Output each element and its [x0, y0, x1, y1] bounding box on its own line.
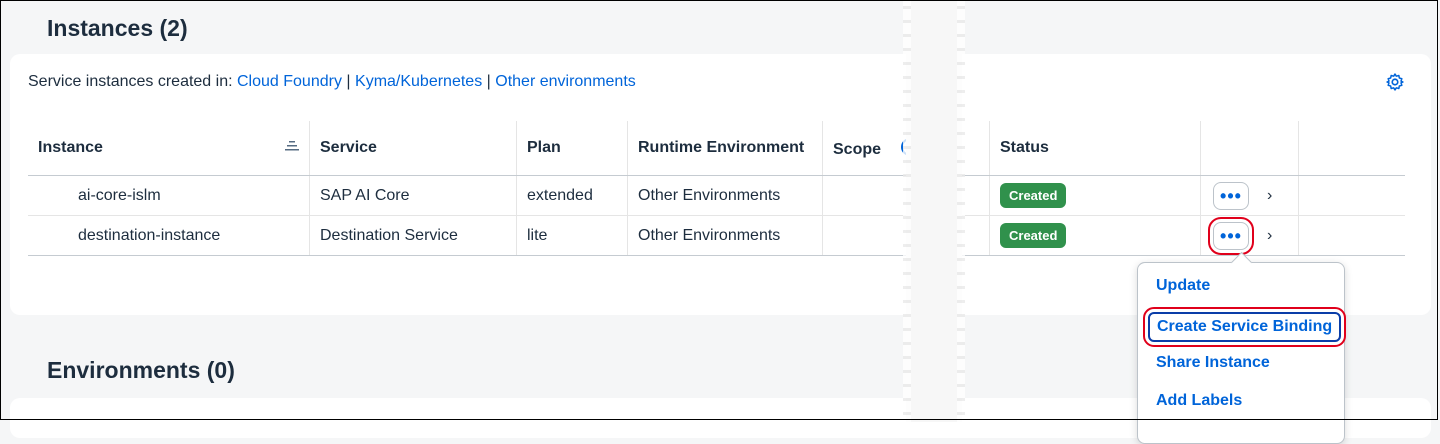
cell-status: Created	[989, 215, 1201, 256]
chevron-right-icon[interactable]: ›	[1267, 187, 1272, 205]
separator: |	[346, 73, 351, 90]
cell-runtime: Other Environments	[627, 175, 823, 216]
cloud-foundry-link[interactable]: Cloud Foundry	[237, 73, 342, 90]
more-actions-button-highlighted[interactable]: •••	[1208, 216, 1254, 255]
created-in-line: Service instances created in: Cloud Foun…	[28, 73, 636, 91]
separator: |	[486, 73, 491, 90]
environments-section-title: Environments (0)	[47, 357, 235, 383]
table-row[interactable]: destination-instance Destination Service…	[28, 215, 930, 256]
column-header-actions	[1200, 121, 1299, 176]
table-row[interactable]: Created ••• ›	[961, 175, 1405, 216]
table-row[interactable]: ai-core-islm SAP AI Core extended Other …	[28, 175, 930, 216]
cell-empty	[1298, 215, 1405, 256]
table-row[interactable]: Created ••• ›	[961, 215, 1405, 256]
cell-empty	[1298, 175, 1405, 216]
menu-item-share-instance[interactable]: Share Instance	[1156, 354, 1270, 372]
other-environments-link[interactable]: Other environments	[495, 73, 636, 90]
column-header-instance[interactable]: Instance	[28, 121, 310, 176]
kyma-kubernetes-link[interactable]: Kyma/Kubernetes	[355, 73, 482, 90]
more-actions-button[interactable]: •••	[1213, 181, 1249, 210]
cell-spacer	[961, 215, 990, 256]
settings-gear-icon[interactable]	[1385, 72, 1405, 92]
cell-spacer	[961, 175, 990, 216]
column-header-runtime-environment[interactable]: Runtime Environment	[627, 121, 823, 176]
cell-service: Destination Service	[309, 215, 517, 256]
created-in-prefix: Service instances created in:	[28, 73, 233, 90]
column-header-plan[interactable]: Plan	[516, 121, 628, 176]
column-header-empty	[1298, 121, 1405, 176]
instances-table-left: Instance Service Plan Runtime Environmen…	[28, 121, 930, 256]
cell-service: SAP AI Core	[309, 175, 517, 216]
cell-actions: ••• ›	[1200, 175, 1299, 216]
cell-instance: ai-core-islm	[28, 175, 310, 216]
torn-gap-divider	[903, 0, 965, 422]
status-badge: Created	[1000, 183, 1067, 208]
cell-runtime: Other Environments	[627, 215, 823, 256]
menu-item-update[interactable]: Update	[1156, 277, 1210, 295]
actions-popover-menu: Update Create Service Binding Share Inst…	[1137, 262, 1347, 444]
chevron-right-icon[interactable]: ›	[1267, 227, 1272, 245]
menu-item-create-service-binding[interactable]: Create Service Binding	[1142, 307, 1347, 347]
instances-table-right: Status Created ••• › Created ••• ›	[961, 121, 1405, 256]
instances-section-title: Instances (2)	[47, 15, 188, 41]
status-badge: Created	[1000, 223, 1067, 248]
cell-actions: ••• ›	[1200, 215, 1299, 256]
cell-plan: lite	[516, 215, 628, 256]
cell-plan: extended	[516, 175, 628, 216]
column-header-service[interactable]: Service	[309, 121, 517, 176]
column-header-status[interactable]: Status	[989, 121, 1201, 176]
menu-item-add-labels[interactable]: Add Labels	[1156, 392, 1242, 410]
sort-icon[interactable]	[285, 141, 299, 151]
cell-status: Created	[989, 175, 1201, 216]
column-header-spacer	[961, 121, 990, 176]
cell-instance: destination-instance	[28, 215, 310, 256]
